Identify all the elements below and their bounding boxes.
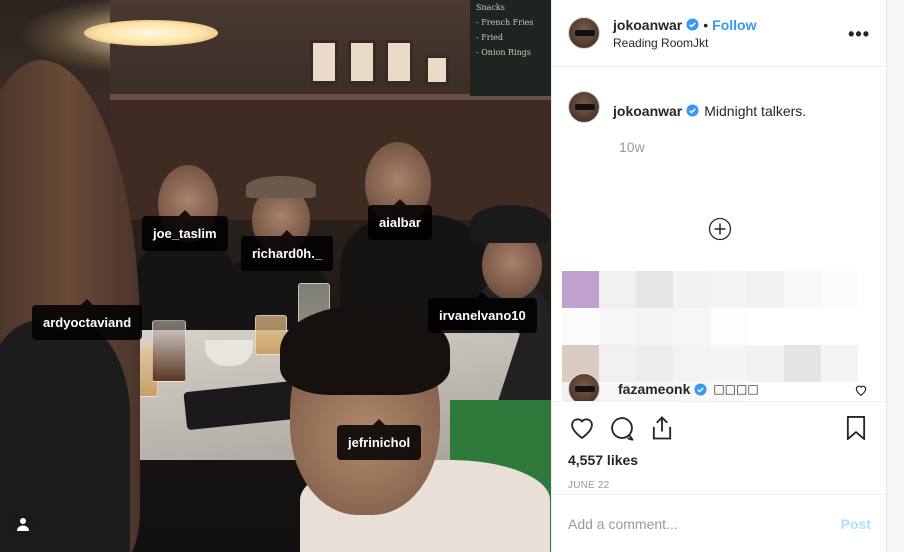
picture-frame: [348, 40, 376, 84]
hat: [246, 176, 316, 198]
page-scrollbar[interactable]: [886, 0, 904, 552]
bookmark-icon[interactable]: [842, 414, 870, 442]
avatar[interactable]: [568, 91, 600, 123]
post-header: jokoanwar • Follow Reading RoomJkt •••: [552, 0, 886, 67]
location-link[interactable]: Reading RoomJkt: [613, 36, 756, 50]
follow-button[interactable]: Follow: [712, 17, 756, 33]
comment-text: □□□□: [713, 382, 759, 396]
chalkboard-line: - Onion Rings: [476, 48, 531, 57]
separator-dot: •: [703, 16, 709, 33]
avatar[interactable]: [568, 373, 600, 401]
user-tag[interactable]: irvanelvano10: [428, 292, 537, 333]
caption-username[interactable]: jokoanwar: [613, 103, 682, 119]
picture-frame: [310, 40, 338, 84]
like-heart-icon[interactable]: [568, 414, 596, 442]
user-silhouette-icon[interactable]: [9, 510, 37, 538]
user-tag[interactable]: jefrinichol: [337, 419, 422, 460]
post-photo[interactable]: Snacks - French Fries - Fried - Onion Ri…: [0, 0, 551, 552]
picture-frame: [425, 55, 449, 85]
comment-username[interactable]: fazameonk: [618, 381, 690, 397]
avatar[interactable]: [568, 17, 600, 49]
like-comment-heart-icon[interactable]: [854, 383, 868, 397]
chalkboard-menu: Snacks - French Fries - Fried - Onion Ri…: [470, 0, 551, 96]
chalkboard-line: - Fried: [476, 33, 504, 42]
verified-badge-icon: [686, 18, 699, 31]
verified-badge-icon: [686, 104, 699, 117]
user-tag[interactable]: richard0h._: [241, 230, 334, 271]
post-comment-button[interactable]: Post: [841, 516, 871, 532]
post-date[interactable]: JUNE 22: [568, 480, 870, 491]
comments-section: jokoanwar Midnight talkers. 10w fazameon…: [552, 67, 886, 401]
person-front-hair: [280, 305, 450, 395]
chalkboard-line: - French Fries: [476, 18, 534, 27]
caption-text: Midnight talkers.: [704, 102, 807, 119]
caption: jokoanwar Midnight talkers.: [552, 67, 886, 123]
comment-bubble-icon[interactable]: [608, 414, 636, 442]
add-comment-input[interactable]: [568, 515, 841, 532]
likes-count[interactable]: 4,557 likes: [568, 452, 870, 468]
caption-time: 10w: [619, 139, 645, 155]
user-tag[interactable]: joe_taslim: [142, 210, 228, 251]
user-tag[interactable]: aialbar: [368, 199, 432, 240]
more-options-icon[interactable]: •••: [848, 24, 870, 45]
post-details-panel: jokoanwar • Follow Reading RoomJkt ••• j…: [551, 0, 887, 552]
user-tag[interactable]: ardyoctaviand: [32, 299, 143, 340]
chalkboard-line: Snacks: [476, 3, 505, 12]
glass: [152, 320, 186, 382]
load-more-comments-icon[interactable]: [708, 217, 732, 241]
ceiling-lamp: [84, 20, 218, 46]
author-username[interactable]: jokoanwar: [613, 17, 682, 33]
share-icon[interactable]: [648, 414, 676, 442]
verified-badge-icon: [694, 382, 707, 396]
comment-item: fazameonk □□□□: [568, 373, 868, 401]
cap: [470, 205, 551, 243]
picture-frame: [385, 40, 413, 84]
add-comment-bar: Post: [552, 494, 887, 552]
